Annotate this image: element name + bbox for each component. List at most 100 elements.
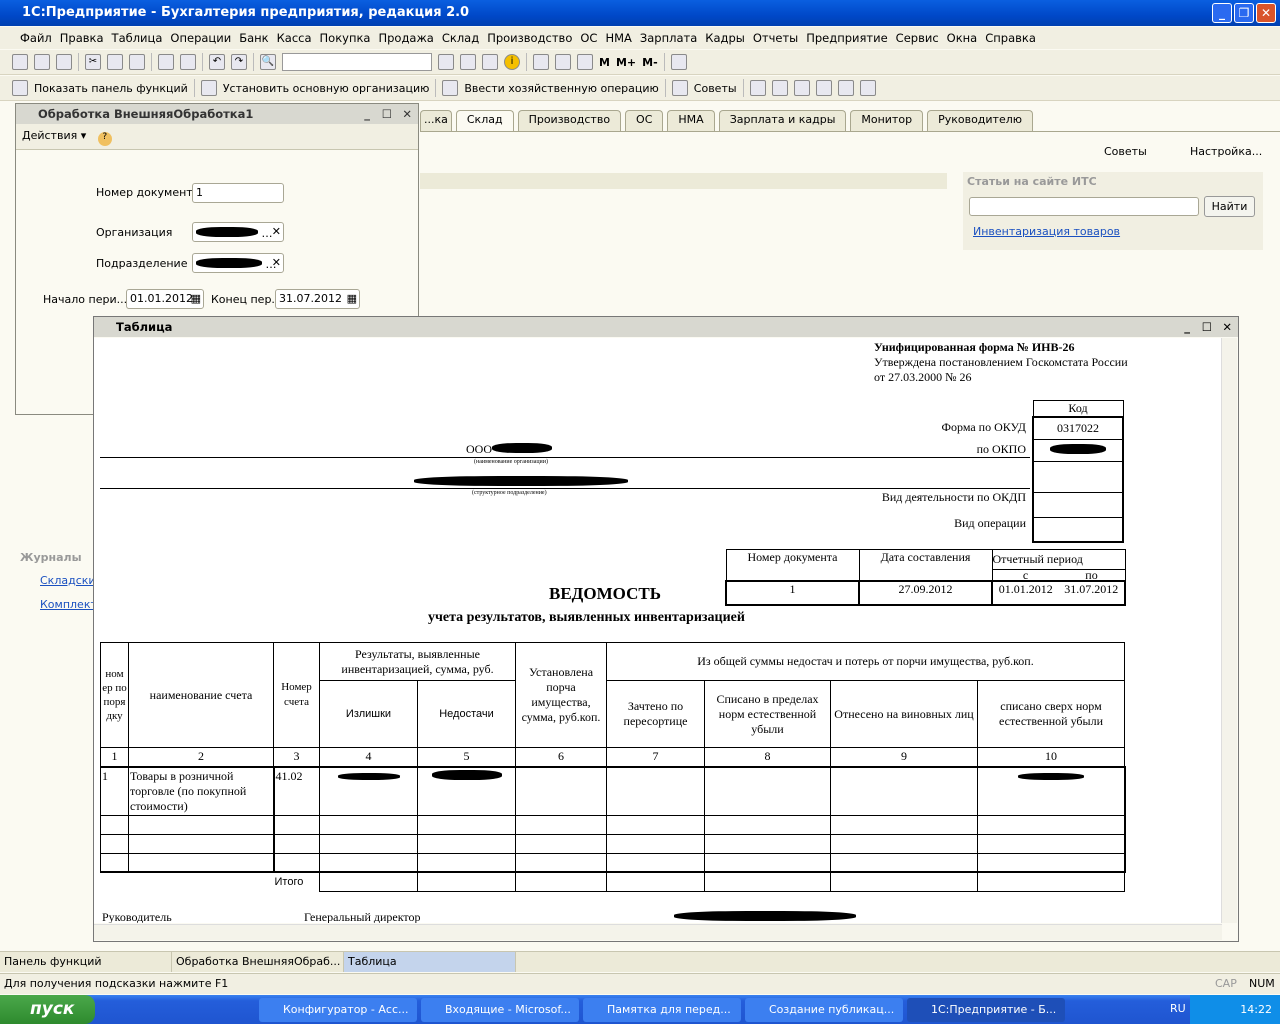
close-button[interactable]: ✕ xyxy=(1222,317,1232,337)
redo-icon[interactable]: ↷ xyxy=(231,54,247,70)
period-end-input[interactable]: 31.07.2012 ▦ xyxy=(275,289,360,309)
calendar-icon[interactable]: ▦ xyxy=(191,290,201,308)
close-button[interactable]: ✕ xyxy=(1256,3,1276,23)
report-icon[interactable] xyxy=(815,80,832,96)
set-org-button[interactable]: Установить основную организацию xyxy=(223,82,430,95)
tab-partial[interactable]: ...ка xyxy=(420,110,452,131)
tab-manager[interactable]: Руководителю xyxy=(927,110,1034,131)
vertical-scrollbar[interactable] xyxy=(1221,338,1237,923)
task-configurator[interactable]: Конфигуратор - Асс... xyxy=(259,997,417,1022)
tab-production[interactable]: Производство xyxy=(517,110,622,131)
minimize-button[interactable]: _ xyxy=(364,104,370,124)
menu-reports[interactable]: Отчеты xyxy=(749,27,802,49)
actions-menu[interactable]: Действия ▾ xyxy=(22,129,86,142)
report-icon[interactable] xyxy=(749,80,766,96)
windows-icon[interactable] xyxy=(482,54,498,70)
menu-sale[interactable]: Продажа xyxy=(374,27,437,49)
settings-link[interactable]: Настройка... xyxy=(1190,145,1262,158)
window-tab-function-panel[interactable]: Панель функций xyxy=(0,952,172,972)
maximize-button[interactable]: ☐ xyxy=(1202,317,1212,337)
period-start-input[interactable]: 01.01.2012 ▦ xyxy=(126,289,204,309)
report-icon[interactable] xyxy=(771,80,788,96)
menu-help[interactable]: Справка xyxy=(981,27,1040,49)
help-icon[interactable]: ? xyxy=(97,132,112,146)
minimize-button[interactable]: _ xyxy=(1184,317,1190,337)
calendar-icon[interactable] xyxy=(555,54,571,70)
menu-windows[interactable]: Окна xyxy=(943,27,982,49)
tips-button[interactable]: Советы xyxy=(694,82,737,95)
menu-warehouse[interactable]: Склад xyxy=(438,27,483,49)
print-icon[interactable] xyxy=(158,54,174,70)
undo-icon[interactable]: ↶ xyxy=(209,54,225,70)
maximize-button[interactable]: ☐ xyxy=(382,104,392,124)
memory-minus-button[interactable]: M- xyxy=(642,56,658,69)
calendar-icon[interactable]: ▦ xyxy=(347,290,357,308)
find-button[interactable]: Найти xyxy=(1204,196,1255,217)
find-prev-icon[interactable] xyxy=(460,54,476,70)
menu-service[interactable]: Сервис xyxy=(892,27,943,49)
info-icon[interactable]: i xyxy=(504,54,520,70)
tab-monitor[interactable]: Монитор xyxy=(850,110,924,131)
menu-purchase[interactable]: Покупка xyxy=(316,27,375,49)
clear-icon[interactable]: ✕ xyxy=(272,254,281,272)
tools-icon[interactable] xyxy=(670,54,687,70)
enter-operation-button[interactable]: Ввести хозяйственную операцию xyxy=(464,82,658,95)
menu-operations[interactable]: Операции xyxy=(166,27,235,49)
language-indicator[interactable]: RU xyxy=(1170,1002,1186,1015)
open-icon[interactable] xyxy=(34,54,50,70)
show-panel-button[interactable]: Показать панель функций xyxy=(34,82,188,95)
menu-production[interactable]: Производство xyxy=(483,27,576,49)
task-publication[interactable]: Создание публикац... xyxy=(745,997,903,1022)
window-tab-processing[interactable]: Обработка ВнешняяОбраб... xyxy=(172,952,344,972)
tips-link[interactable]: Советы xyxy=(1104,145,1147,158)
minimize-button[interactable]: _ xyxy=(1212,3,1232,23)
report-icon[interactable] xyxy=(793,80,810,96)
menu-bank[interactable]: Банк xyxy=(235,27,272,49)
menu-file[interactable]: Файл xyxy=(16,27,56,49)
menu-os[interactable]: ОС xyxy=(576,27,601,49)
menu-edit[interactable]: Правка xyxy=(56,27,108,49)
memory-button[interactable]: M xyxy=(599,56,610,69)
menu-cash[interactable]: Касса xyxy=(273,27,316,49)
organization-input[interactable]: … ✕ xyxy=(192,222,284,242)
menu-enterprise[interactable]: Предприятие xyxy=(802,27,891,49)
tab-warehouse[interactable]: Склад xyxy=(455,110,514,131)
journal-link[interactable]: Складски xyxy=(40,574,96,587)
tab-os[interactable]: ОС xyxy=(625,110,664,131)
tab-nma[interactable]: НМА xyxy=(667,110,715,131)
memory-plus-button[interactable]: M+ xyxy=(616,56,636,69)
close-button[interactable]: ✕ xyxy=(402,104,412,124)
menu-table[interactable]: Таблица xyxy=(108,27,167,49)
spreadsheet-document[interactable]: Унифицированная форма № ИНВ-26 Утвержден… xyxy=(94,338,1222,923)
restore-button[interactable]: ❐ xyxy=(1234,3,1254,23)
task-outlook[interactable]: Входящие - Microsof... xyxy=(421,997,579,1022)
save-icon[interactable] xyxy=(56,54,72,70)
cut-icon[interactable]: ✂ xyxy=(85,54,101,70)
copy-icon[interactable] xyxy=(107,54,123,70)
doc-number-input[interactable]: 1 xyxy=(192,183,284,203)
window-tab-table[interactable]: Таблица xyxy=(344,952,516,972)
users-icon[interactable] xyxy=(577,54,593,70)
task-memo[interactable]: Памятка для перед... xyxy=(583,997,741,1022)
find-next-icon[interactable] xyxy=(438,54,454,70)
menu-salary[interactable]: Зарплата xyxy=(636,27,701,49)
new-icon[interactable] xyxy=(12,54,28,70)
journal-link[interactable]: Комплект xyxy=(40,598,97,611)
horizontal-scrollbar[interactable] xyxy=(94,924,1222,940)
start-button[interactable]: пуск xyxy=(0,995,95,1024)
department-input[interactable]: … ✕ xyxy=(192,253,284,273)
paste-icon[interactable] xyxy=(129,54,145,70)
its-link[interactable]: Инвентаризация товаров xyxy=(973,225,1120,238)
task-1c-enterprise[interactable]: 1С:Предприятие - Б... xyxy=(907,997,1065,1022)
menu-nma[interactable]: НМА xyxy=(601,27,635,49)
preview-icon[interactable] xyxy=(180,54,196,70)
menu-hr[interactable]: Кадры xyxy=(701,27,749,49)
tab-salary-hr[interactable]: Зарплата и кадры xyxy=(718,110,847,131)
report-icon[interactable] xyxy=(859,80,876,96)
search-input[interactable] xyxy=(282,53,432,71)
report-icon[interactable] xyxy=(837,80,854,96)
its-search-input[interactable] xyxy=(969,197,1199,216)
search-icon[interactable]: 🔍 xyxy=(260,54,276,70)
calculator-icon[interactable] xyxy=(533,54,549,70)
clear-icon[interactable]: ✕ xyxy=(272,223,281,241)
